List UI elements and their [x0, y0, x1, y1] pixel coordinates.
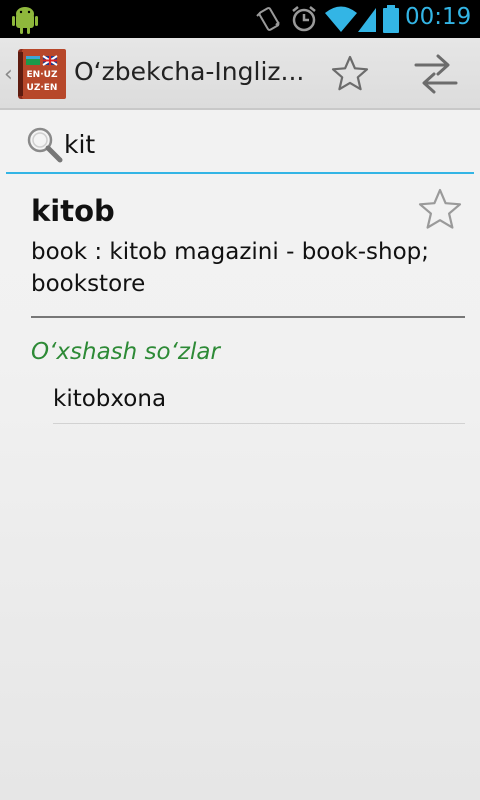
signal-icon [358, 8, 376, 32]
search-icon [27, 127, 63, 163]
list-item[interactable]: kitobxona [53, 376, 465, 424]
logo-text-bottom: UZ·EN [27, 83, 58, 93]
up-caret-icon[interactable]: ‹ [4, 62, 13, 87]
logo-text-top: EN·UZ [27, 70, 58, 80]
wifi-icon [325, 6, 357, 32]
app-logo-book-icon[interactable]: EN·UZ UZ·EN [16, 46, 68, 102]
entry-word: kitob [31, 194, 115, 228]
favorite-star-icon[interactable] [416, 187, 464, 233]
vibrate-icon [256, 7, 280, 31]
status-time: 00:19 [405, 4, 472, 30]
divider [31, 316, 465, 318]
battery-icon [383, 5, 399, 33]
app-title: Oʻzbekcha-Ingliz... [74, 57, 304, 86]
search-box[interactable] [6, 116, 474, 174]
alarm-icon [292, 6, 316, 32]
search-input[interactable] [64, 124, 464, 164]
status-bar: 00:19 [0, 0, 480, 38]
star-outline-icon[interactable] [330, 54, 370, 94]
similar-words-heading: Oʻxshash soʻzlar [31, 339, 220, 365]
similar-words-list: kitobxona [53, 376, 465, 424]
android-icon [12, 7, 38, 34]
action-bar: ‹ EN·UZ UZ·EN Oʻzbekcha-Ingliz... [0, 38, 480, 110]
entry-definition: book : kitob magazini - book-shop; books… [31, 239, 430, 297]
swap-icon[interactable] [412, 51, 460, 97]
